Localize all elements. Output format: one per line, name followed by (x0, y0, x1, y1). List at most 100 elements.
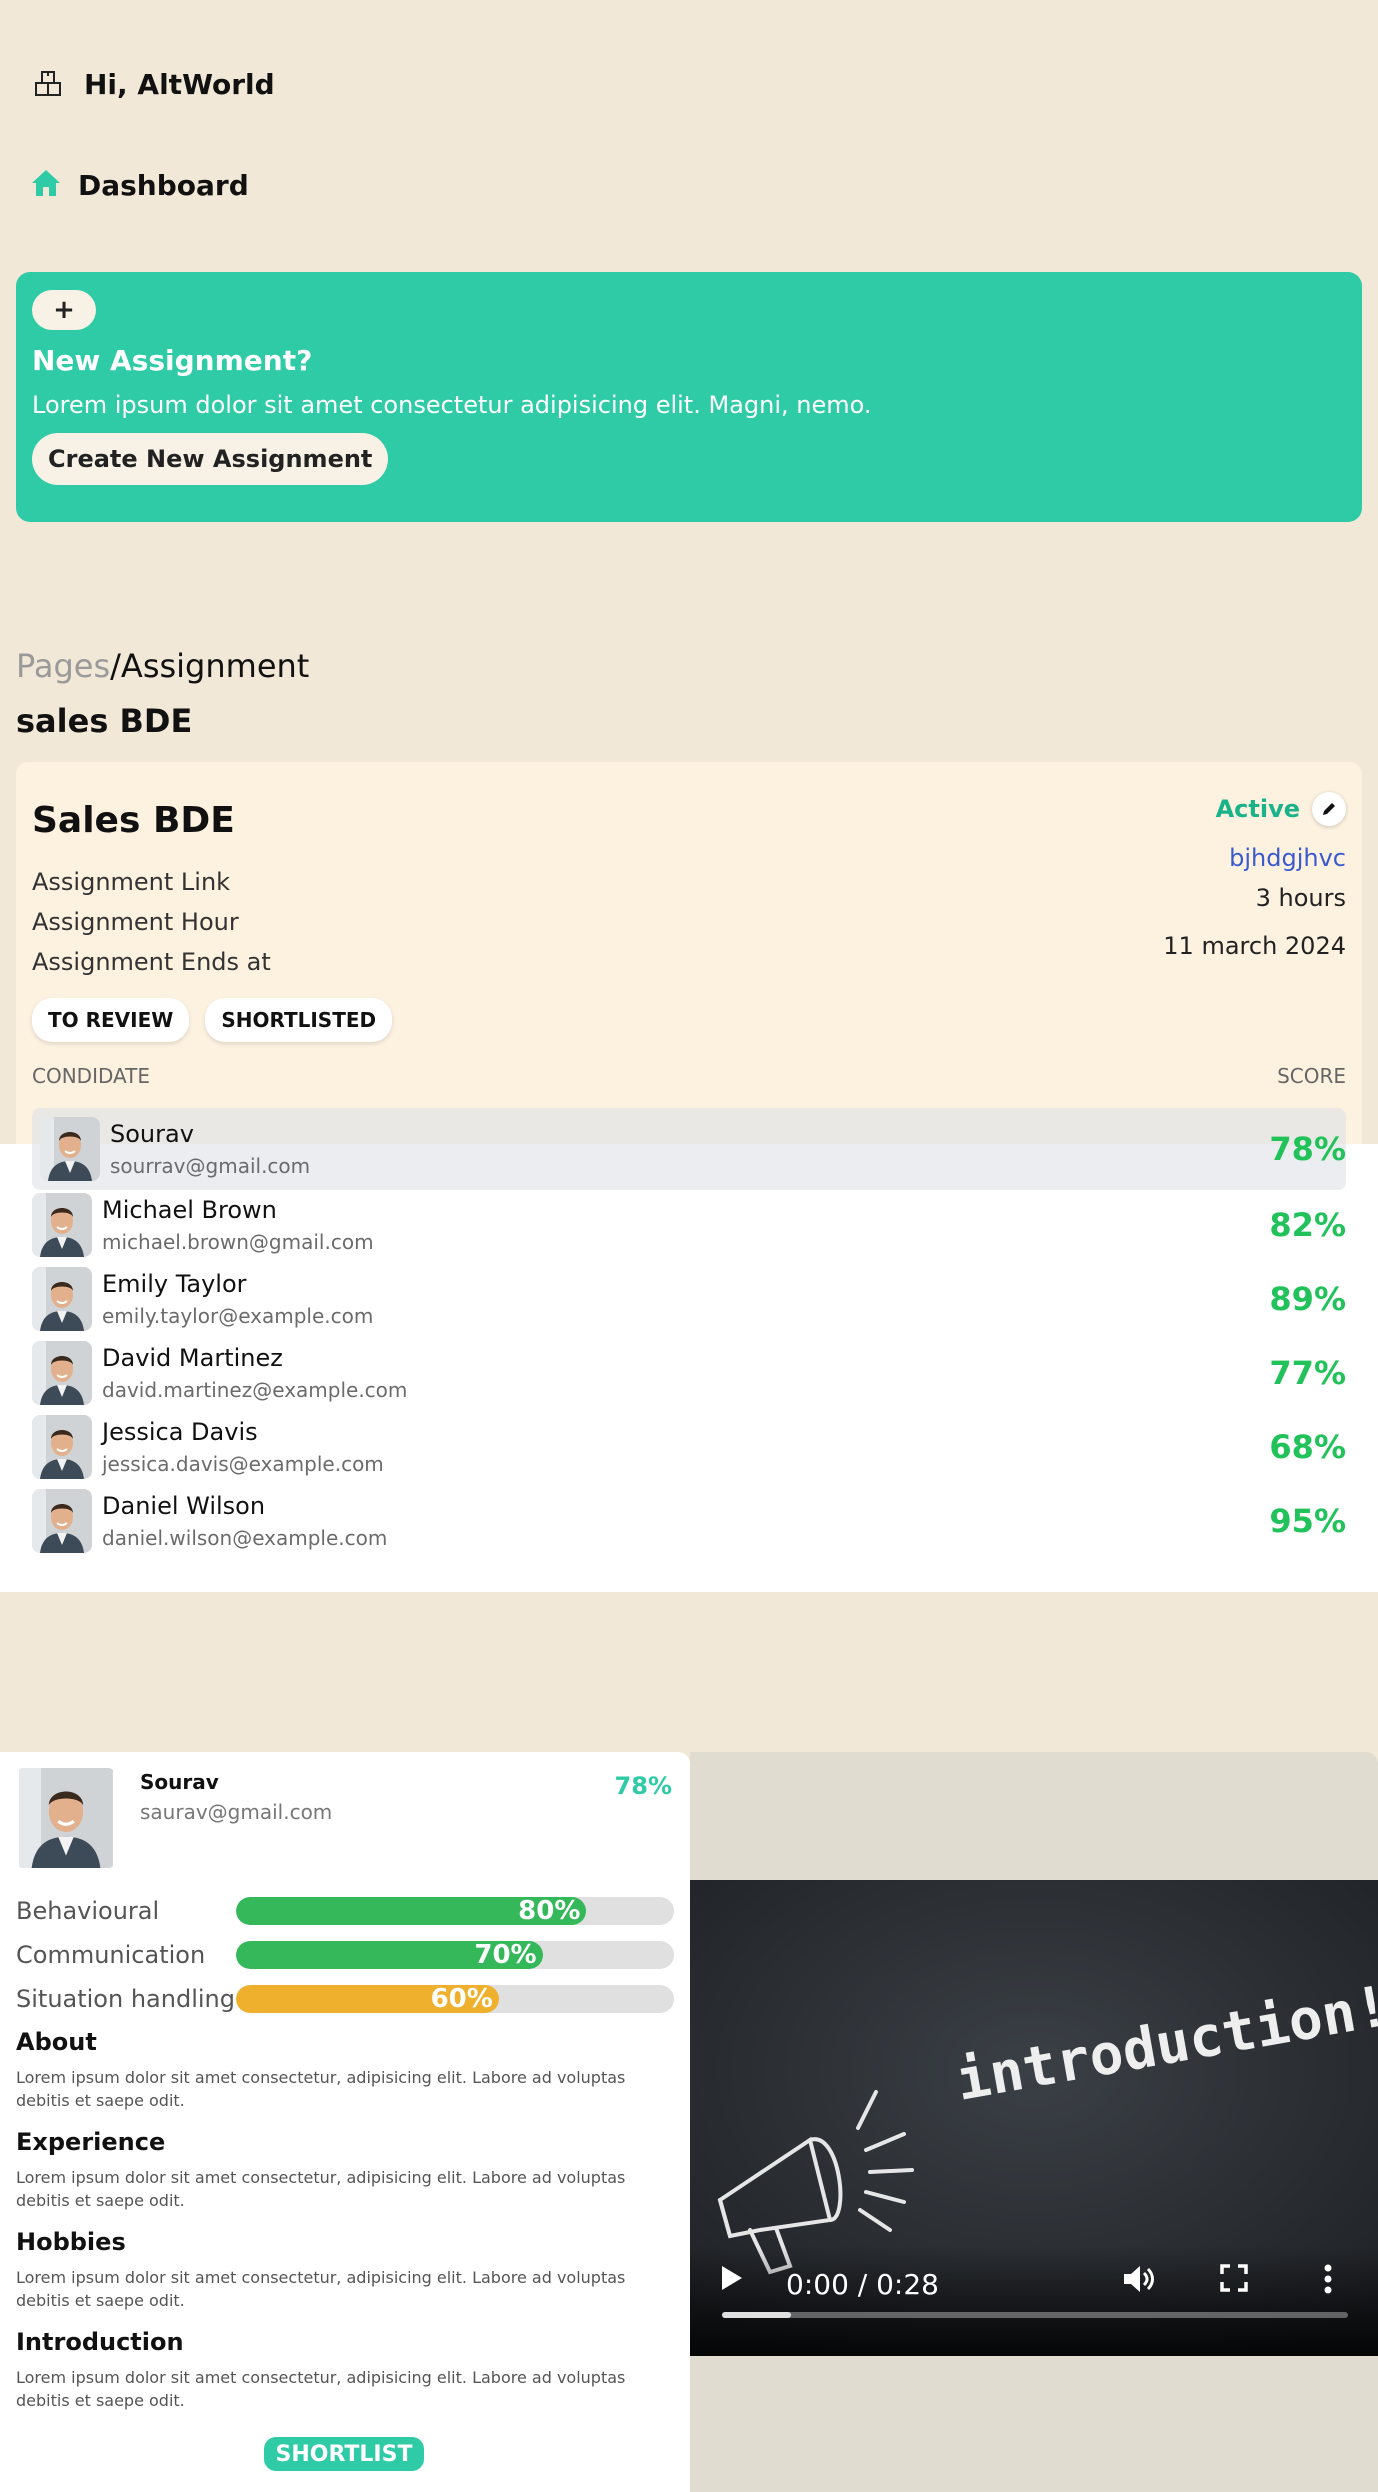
assignment-ends-value: 11 march 2024 (1163, 932, 1346, 960)
candidate-score: 82% (1269, 1206, 1346, 1244)
skill-row: Behavioural 80% (16, 1896, 676, 1926)
skill-fill: 70% (236, 1941, 543, 1969)
skill-label: Communication (16, 1941, 206, 1969)
candidate-score: 89% (1269, 1280, 1346, 1318)
volume-icon[interactable] (1122, 2264, 1156, 2294)
candidate-name: Daniel Wilson (102, 1492, 266, 1520)
tab-to-review[interactable]: TO REVIEW (32, 998, 190, 1042)
introduction-video[interactable]: introduction! 0:00 / 0:28 (690, 1880, 1378, 2356)
skill-fill: 80% (236, 1897, 587, 1925)
profile-email: saurav@gmail.com (140, 1800, 333, 1824)
candidate-score: 77% (1269, 1354, 1346, 1392)
candidate-row[interactable]: Daniel Wilson daniel.wilson@example.com 95… (32, 1484, 1346, 1558)
video-time: 0:00 / 0:28 (786, 2268, 939, 2301)
skill-bar: 70% (236, 1941, 674, 1969)
candidate-info: David Martinez david.martinez@example.com (102, 1344, 1269, 1402)
candidate-info: Daniel Wilson daniel.wilson@example.com (102, 1492, 1269, 1550)
breadcrumb-current: /Assignment (110, 647, 310, 685)
assignment-link-value[interactable]: bjhdgjhvc (1229, 844, 1346, 872)
top-bar: Hi, AltWorld (32, 66, 275, 102)
nav-dashboard-label: Dashboard (78, 168, 249, 202)
page-title: sales BDE (16, 702, 193, 740)
section-text: Lorem ipsum dolor sit amet consectetur, … (16, 2268, 626, 2310)
candidate-tabs: TO REVIEW SHORTLISTED (32, 998, 393, 1042)
video-progress-bar[interactable] (722, 2312, 1348, 2318)
skill-label: Situation handling (16, 1985, 235, 2013)
candidate-email: jessica.davis@example.com (102, 1452, 384, 1476)
section-heading: Introduction (16, 2328, 184, 2356)
fullscreen-icon[interactable] (1220, 2264, 1248, 2292)
avatar (32, 1489, 92, 1553)
candidate-name: Emily Taylor (102, 1270, 247, 1298)
candidate-name: Sourav (110, 1120, 194, 1148)
candidate-score: 68% (1269, 1428, 1346, 1466)
section-heading: Experience (16, 2128, 166, 2156)
skill-row: Situation handling 60% (16, 1984, 676, 2014)
promo-description: Lorem ipsum dolor sit amet consectetur a… (32, 391, 872, 419)
section-text: Lorem ipsum dolor sit amet consectetur, … (16, 2068, 626, 2110)
avatar (32, 1267, 92, 1331)
candidate-info: Michael Brown michael.brown@gmail.com (102, 1196, 1269, 1254)
video-progress-fill (722, 2312, 791, 2318)
candidate-name: Jessica Davis (102, 1418, 258, 1446)
assignment-hour-label: Assignment Hour (32, 908, 239, 936)
assignment-title: Sales BDE (32, 800, 235, 841)
status-badge: Active (1215, 795, 1300, 823)
candidate-email: emily.taylor@example.com (102, 1304, 374, 1328)
section-text: Lorem ipsum dolor sit amet consectetur, … (16, 2168, 626, 2210)
assignment-hour-value: 3 hours (1255, 884, 1346, 912)
skill-row: Communication 70% (16, 1940, 676, 1970)
candidate-info: Emily Taylor emily.taylor@example.com (102, 1270, 1269, 1328)
candidate-row[interactable]: Jessica Davis jessica.davis@example.com 68… (32, 1410, 1346, 1484)
breadcrumb-root[interactable]: Pages (16, 647, 110, 685)
profile-score: 78% (614, 1772, 672, 1800)
greeting: Hi, AltWorld (84, 67, 275, 101)
candidate-column-header: CONDIDATE (32, 1064, 150, 1088)
pencil-icon[interactable] (1312, 792, 1346, 826)
avatar (32, 1341, 92, 1405)
avatar (16, 1768, 116, 1868)
section-text: Lorem ipsum dolor sit amet consectetur, … (16, 2368, 626, 2410)
candidate-info: Jessica Davis jessica.davis@example.com (102, 1418, 1269, 1476)
section-heading: Hobbies (16, 2228, 126, 2256)
assignment-link-label: Assignment Link (32, 868, 231, 896)
breadcrumb: Pages/Assignment (16, 647, 309, 685)
profile-name: Sourav (140, 1770, 219, 1794)
nav-dashboard[interactable]: Dashboard (30, 168, 249, 202)
candidate-email: sourrav@gmail.com (110, 1154, 311, 1178)
tab-shortlisted[interactable]: SHORTLISTED (205, 998, 393, 1042)
play-icon[interactable] (720, 2264, 744, 2292)
candidate-email: david.martinez@example.com (102, 1378, 408, 1402)
skill-label: Behavioural (16, 1897, 160, 1925)
avatar (40, 1117, 100, 1181)
candidate-row[interactable]: Michael Brown michael.brown@gmail.com 82% (32, 1188, 1346, 1262)
skill-fill: 60% (236, 1985, 499, 2013)
candidate-profile-panel: Sourav saurav@gmail.com 78% Behavioural 8… (0, 1752, 690, 2492)
create-assignment-button[interactable]: Create New Assignment (32, 433, 389, 485)
assignment-card: Sales BDE Assignment Link Assignment Hou… (16, 762, 1362, 1576)
candidate-row[interactable]: Sourav sourrav@gmail.com 78% (32, 1108, 1346, 1190)
candidate-email: daniel.wilson@example.com (102, 1526, 388, 1550)
avatar (32, 1193, 92, 1257)
home-icon (30, 168, 62, 202)
candidate-score: 78% (1269, 1130, 1346, 1168)
shortlist-button[interactable]: SHORTLIST (264, 2437, 424, 2471)
score-column-header: SCORE (1277, 1064, 1346, 1088)
cube-boxes-icon (32, 68, 64, 100)
candidate-name: David Martinez (102, 1344, 283, 1372)
status-area: Active (1216, 792, 1346, 826)
candidate-email: michael.brown@gmail.com (102, 1230, 374, 1254)
candidate-name: Michael Brown (102, 1196, 277, 1224)
avatar (32, 1415, 92, 1479)
assignment-ends-label: Assignment Ends at (32, 948, 271, 976)
candidate-score: 95% (1269, 1502, 1346, 1540)
skill-bar: 60% (236, 1985, 674, 2013)
candidate-row[interactable]: Emily Taylor emily.taylor@example.com 89% (32, 1262, 1346, 1336)
more-vertical-icon[interactable] (1324, 2264, 1332, 2294)
section-heading: About (16, 2028, 97, 2056)
skill-bar: 80% (236, 1897, 674, 1925)
add-button[interactable]: + (32, 290, 96, 330)
candidate-info: Sourav sourrav@gmail.com (110, 1120, 1269, 1178)
video-controls: 0:00 / 0:28 (690, 2246, 1378, 2356)
candidate-row[interactable]: David Martinez david.martinez@example.com… (32, 1336, 1346, 1410)
